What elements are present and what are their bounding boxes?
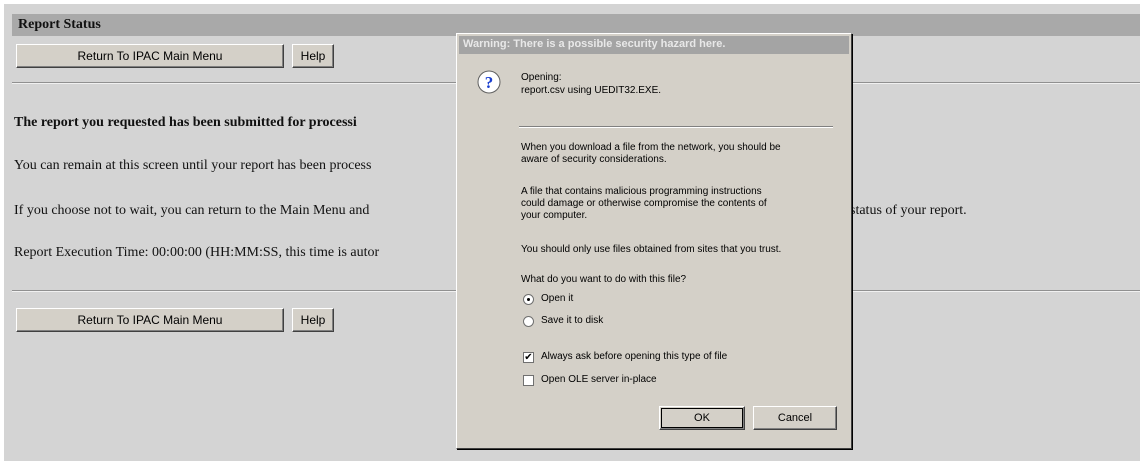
security-text-2: A file that contains malicious programmi…	[521, 186, 762, 197]
return-main-menu-button-bottom[interactable]: Return To IPAC Main Menu	[16, 308, 284, 332]
ole-inplace-checkbox[interactable]	[523, 375, 534, 386]
open-it-label[interactable]: Open it	[541, 293, 573, 305]
wait-text-end: status of your report.	[850, 203, 967, 218]
page-title: Report Status	[18, 17, 101, 32]
always-ask-label[interactable]: Always ask before opening this type of f…	[541, 351, 727, 363]
report-page: Report Status Return To IPAC Main Menu H…	[4, 4, 1140, 461]
submitted-heading: The report you requested has been submit…	[14, 115, 357, 130]
open-it-radio[interactable]	[523, 294, 534, 305]
security-text-1: When you download a file from the networ…	[521, 142, 781, 153]
always-ask-checkbox[interactable]: ✔	[523, 352, 534, 363]
help-button[interactable]: Help	[292, 44, 334, 68]
svg-text:?: ?	[485, 73, 494, 92]
opening-label: Opening:	[521, 72, 562, 83]
security-warning-dialog: Warning: There is a possible security ha…	[456, 33, 852, 449]
save-to-disk-label[interactable]: Save it to disk	[541, 315, 603, 327]
security-text-2c: your computer.	[521, 210, 588, 221]
security-text-3: You should only use files obtained from …	[521, 244, 782, 255]
help-button-bottom[interactable]: Help	[292, 308, 334, 332]
wait-text: If you choose not to wait, you can retur…	[14, 203, 370, 218]
dialog-divider	[519, 126, 833, 128]
ole-inplace-label[interactable]: Open OLE server in-place	[541, 374, 657, 386]
dialog-titlebar[interactable]: Warning: There is a possible security ha…	[459, 36, 849, 54]
cancel-button[interactable]: Cancel	[753, 406, 837, 430]
execution-time-text: Report Execution Time: 00:00:00 (HH:MM:S…	[14, 245, 380, 260]
question-icon: ?	[477, 70, 501, 94]
ok-button[interactable]: OK	[659, 406, 745, 430]
save-to-disk-radio[interactable]	[523, 316, 534, 327]
remain-text: You can remain at this screen until your…	[14, 158, 372, 173]
security-text-1b: aware of security considerations.	[521, 154, 667, 165]
opening-file: report.csv using UEDIT32.EXE.	[521, 85, 662, 96]
return-main-menu-button[interactable]: Return To IPAC Main Menu	[16, 44, 284, 68]
dialog-title: Warning: There is a possible security ha…	[463, 38, 726, 50]
file-question: What do you want to do with this file?	[521, 274, 687, 285]
security-text-2b: could damage or otherwise compromise the…	[521, 198, 767, 209]
